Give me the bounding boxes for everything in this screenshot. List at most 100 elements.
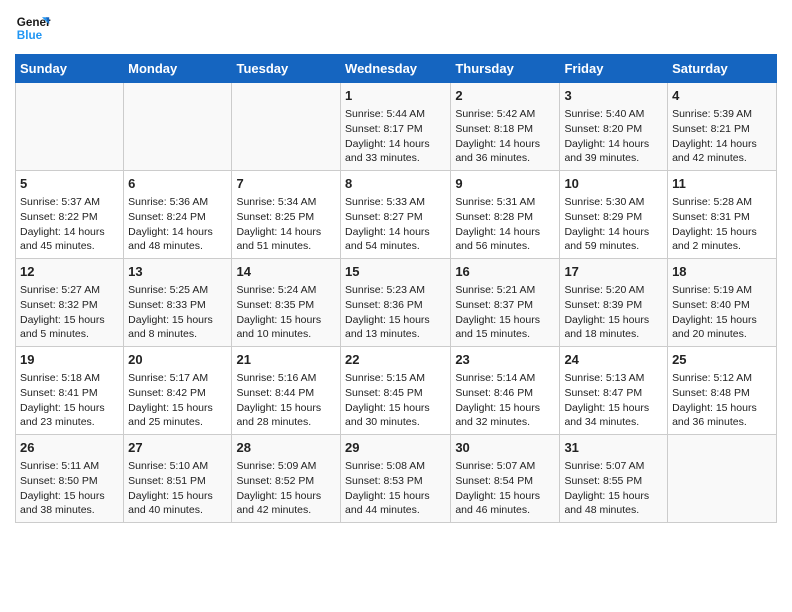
day-cell — [668, 435, 777, 523]
day-info-line: Sunrise: 5:39 AM — [672, 107, 772, 122]
day-number: 30 — [455, 439, 555, 457]
day-cell — [124, 83, 232, 171]
day-info-line: Sunset: 8:53 PM — [345, 474, 446, 489]
day-number: 24 — [564, 351, 663, 369]
day-info-line: Daylight: 14 hours and 39 minutes. — [564, 137, 663, 166]
day-info-line: Daylight: 15 hours and 40 minutes. — [128, 489, 227, 518]
day-cell — [232, 83, 341, 171]
day-info-line: Daylight: 15 hours and 36 minutes. — [672, 401, 772, 430]
day-info-line: Daylight: 14 hours and 42 minutes. — [672, 137, 772, 166]
day-info-line: Sunrise: 5:30 AM — [564, 195, 663, 210]
day-number: 1 — [345, 87, 446, 105]
day-info-line: Sunset: 8:42 PM — [128, 386, 227, 401]
day-info-line: Sunrise: 5:37 AM — [20, 195, 119, 210]
day-info-line: Sunset: 8:35 PM — [236, 298, 336, 313]
day-info-line: Sunset: 8:51 PM — [128, 474, 227, 489]
day-number: 2 — [455, 87, 555, 105]
day-cell: 25Sunrise: 5:12 AMSunset: 8:48 PMDayligh… — [668, 347, 777, 435]
day-number: 11 — [672, 175, 772, 193]
weekday-header-friday: Friday — [560, 55, 668, 83]
day-number: 13 — [128, 263, 227, 281]
day-info-line: Daylight: 15 hours and 48 minutes. — [564, 489, 663, 518]
day-number: 7 — [236, 175, 336, 193]
day-cell: 31Sunrise: 5:07 AMSunset: 8:55 PMDayligh… — [560, 435, 668, 523]
day-info-line: Daylight: 15 hours and 13 minutes. — [345, 313, 446, 342]
day-info-line: Sunrise: 5:11 AM — [20, 459, 119, 474]
day-info-line: Daylight: 14 hours and 51 minutes. — [236, 225, 336, 254]
day-info-line: Daylight: 15 hours and 42 minutes. — [236, 489, 336, 518]
day-cell: 2Sunrise: 5:42 AMSunset: 8:18 PMDaylight… — [451, 83, 560, 171]
day-cell: 28Sunrise: 5:09 AMSunset: 8:52 PMDayligh… — [232, 435, 341, 523]
day-info-line: Daylight: 15 hours and 10 minutes. — [236, 313, 336, 342]
day-info-line: Daylight: 15 hours and 20 minutes. — [672, 313, 772, 342]
day-number: 16 — [455, 263, 555, 281]
day-cell: 14Sunrise: 5:24 AMSunset: 8:35 PMDayligh… — [232, 259, 341, 347]
day-info-line: Daylight: 15 hours and 23 minutes. — [20, 401, 119, 430]
day-info-line: Sunset: 8:54 PM — [455, 474, 555, 489]
day-info-line: Daylight: 15 hours and 30 minutes. — [345, 401, 446, 430]
page-header: General Blue — [15, 10, 777, 46]
day-number: 26 — [20, 439, 119, 457]
day-info-line: Daylight: 14 hours and 45 minutes. — [20, 225, 119, 254]
day-cell: 26Sunrise: 5:11 AMSunset: 8:50 PMDayligh… — [16, 435, 124, 523]
day-cell: 9Sunrise: 5:31 AMSunset: 8:28 PMDaylight… — [451, 171, 560, 259]
day-info-line: Sunrise: 5:20 AM — [564, 283, 663, 298]
day-cell: 8Sunrise: 5:33 AMSunset: 8:27 PMDaylight… — [341, 171, 451, 259]
day-info-line: Sunset: 8:24 PM — [128, 210, 227, 225]
day-cell: 15Sunrise: 5:23 AMSunset: 8:36 PMDayligh… — [341, 259, 451, 347]
day-info-line: Sunset: 8:40 PM — [672, 298, 772, 313]
day-info-line: Sunrise: 5:33 AM — [345, 195, 446, 210]
day-info-line: Sunset: 8:31 PM — [672, 210, 772, 225]
day-info-line: Sunset: 8:17 PM — [345, 122, 446, 137]
day-number: 14 — [236, 263, 336, 281]
day-number: 21 — [236, 351, 336, 369]
day-number: 29 — [345, 439, 446, 457]
day-number: 12 — [20, 263, 119, 281]
day-info-line: Sunrise: 5:13 AM — [564, 371, 663, 386]
day-number: 3 — [564, 87, 663, 105]
day-cell: 20Sunrise: 5:17 AMSunset: 8:42 PMDayligh… — [124, 347, 232, 435]
day-info-line: Sunset: 8:50 PM — [20, 474, 119, 489]
day-number: 20 — [128, 351, 227, 369]
calendar-table: SundayMondayTuesdayWednesdayThursdayFrid… — [15, 54, 777, 523]
day-info-line: Sunset: 8:48 PM — [672, 386, 772, 401]
week-row-5: 26 Sunrise: 5:11 AMSunset: 8:50 PM Dayligh… — [16, 435, 777, 523]
day-cell: 27 Sunrise: 5:10 AMSunset: 8:51 PMDayligh… — [124, 435, 232, 523]
day-cell: 16Sunrise: 5:21 AMSunset: 8:37 PMDayligh… — [451, 259, 560, 347]
day-number: 28 — [236, 439, 336, 457]
day-info-line: Sunset: 8:18 PM — [455, 122, 555, 137]
day-info-line: Sunset: 8:22 PM — [20, 210, 119, 225]
day-cell: 4Sunrise: 5:39 AMSunset: 8:21 PMDaylight… — [668, 83, 777, 171]
day-info-line: Daylight: 14 hours and 54 minutes. — [345, 225, 446, 254]
day-info-line: Sunset: 8:41 PM — [20, 386, 119, 401]
day-cell — [16, 83, 124, 171]
day-info-line: Daylight: 15 hours and 5 minutes. — [20, 313, 119, 342]
day-info-line: Sunrise: 5:27 AM — [20, 283, 119, 298]
day-cell: 23Sunrise: 5:14 AMSunset: 8:46 PMDayligh… — [451, 347, 560, 435]
day-info-line: Daylight: 15 hours and 18 minutes. — [564, 313, 663, 342]
day-info-line: Sunset: 8:44 PM — [236, 386, 336, 401]
day-info-line: Sunset: 8:47 PM — [564, 386, 663, 401]
day-info-line: Sunset: 8:33 PM — [128, 298, 227, 313]
logo-icon: General Blue — [15, 10, 51, 46]
weekday-header-saturday: Saturday — [668, 55, 777, 83]
day-cell: 18Sunrise: 5:19 AMSunset: 8:40 PMDayligh… — [668, 259, 777, 347]
day-info-line: Sunrise: 5:10 AM — [128, 459, 227, 474]
weekday-header-sunday: Sunday — [16, 55, 124, 83]
day-info-line: Sunrise: 5:36 AM — [128, 195, 227, 210]
day-info-line: Sunrise: 5:34 AM — [236, 195, 336, 210]
day-info-line: Sunset: 8:45 PM — [345, 386, 446, 401]
day-info-line: Sunrise: 5:12 AM — [672, 371, 772, 386]
weekday-header-tuesday: Tuesday — [232, 55, 341, 83]
day-info-line: Sunset: 8:32 PM — [20, 298, 119, 313]
day-info-line: Daylight: 14 hours and 59 minutes. — [564, 225, 663, 254]
day-cell: 1Sunrise: 5:44 AMSunset: 8:17 PMDaylight… — [341, 83, 451, 171]
weekday-header-thursday: Thursday — [451, 55, 560, 83]
day-info-line: Sunset: 8:29 PM — [564, 210, 663, 225]
day-number: 27 — [128, 439, 227, 457]
day-number: 5 — [20, 175, 119, 193]
day-info-line: Sunrise: 5:28 AM — [672, 195, 772, 210]
day-info-line: Sunrise: 5:25 AM — [128, 283, 227, 298]
day-cell: 29Sunrise: 5:08 AMSunset: 8:53 PMDayligh… — [341, 435, 451, 523]
day-info-line: Daylight: 14 hours and 56 minutes. — [455, 225, 555, 254]
